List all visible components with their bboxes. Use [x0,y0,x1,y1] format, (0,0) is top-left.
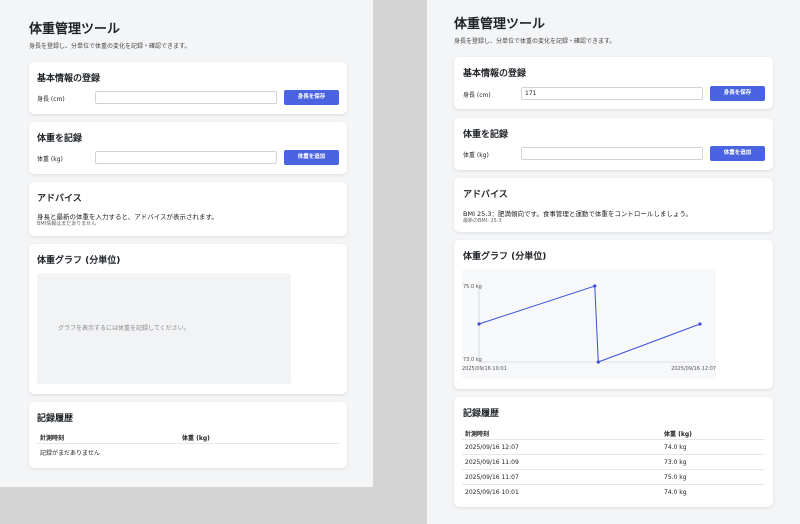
weight-data-point [593,284,597,288]
add-weight-button[interactable]: 体重を追加 [284,150,339,165]
add-weight-button[interactable]: 体重を追加 [710,146,765,161]
record-weight-card: 体重を記録 体重 (kg) 体重を追加 [29,122,347,174]
weight-data-point [477,322,481,326]
page-title: 体重管理ツール [454,17,546,32]
record-weight-title: 体重を記録 [37,134,83,144]
weight-data-point [698,322,702,326]
chart-card: 体重グラフ (分単位) グラフを表示するには体重を記録してください。 [29,244,347,394]
row-time: 2025/09/16 11:07 [465,474,519,481]
advice-card: アドバイス 身長と最新の体重を入力すると、アドバイスが表示されます。 BMI情報… [29,182,347,236]
weight-row: 体重 (kg) 体重を追加 [37,150,339,165]
record-weight-card: 体重を記録 体重 (kg) 体重を追加 [454,118,773,170]
row-weight: 74.0 kg [664,444,687,451]
chart-title: 体重グラフ (分単位) [463,252,547,262]
chart-title: 体重グラフ (分単位) [37,256,121,266]
chart-placeholder: グラフを表示するには体重を記録してください。 [37,273,291,384]
row-time: 2025/09/16 11:09 [465,459,519,466]
basic-info-card: 基本情報の登録 身長 (cm) 身長を保存 [29,62,347,114]
col-time-header: 計測時刻 [465,431,490,438]
col-weight-header: 体重 (kg) [182,435,210,442]
weight-row: 体重 (kg) 体重を追加 [463,146,765,161]
basic-info-title: 基本情報の登録 [37,74,101,84]
history-row: 2025/09/16 11:09 73.0 kg [462,454,765,469]
height-label: 身長 (cm) [463,92,491,99]
height-row: 身長 (cm) 身長を保存 [463,86,765,101]
basic-info-card: 基本情報の登録 身長 (cm) 身長を保存 [454,57,773,109]
history-row: 2025/09/16 10:01 74.0 kg [462,484,765,499]
x-tick-label: 2025/09/16 12:07 [671,366,716,372]
weight-label: 体重 (kg) [463,152,489,159]
y-tick-label: 75.0 kg [463,284,482,290]
advice-title: アドバイス [463,190,508,200]
basic-info-title: 基本情報の登録 [463,69,527,79]
weight-input[interactable] [521,147,703,160]
weight-chart: 75.0 kg 73.0 kg 2025/09/16 10:01 2025/09/16… [462,269,716,379]
row-weight: 75.0 kg [664,474,687,481]
history-row: 2025/09/16 11:07 75.0 kg [462,469,765,484]
advice-card: アドバイス BMI 25.3：肥満傾向です。食事管理と運動で体重をコントロールし… [454,178,773,232]
page-title: 体重管理ツール [29,22,121,37]
y-tick-label: 73.0 kg [463,357,482,363]
advice-bmi-note: BMI情報はまだありません [37,221,97,227]
page-subtitle: 身長を登録し、分単位で体重の変化を記録・確認できます。 [454,38,616,45]
advice-bmi-note: 最新のBMI: 25.3 [463,218,502,224]
record-weight-title: 体重を記録 [463,130,509,140]
weight-label: 体重 (kg) [37,156,63,163]
history-title: 記録履歴 [37,414,74,424]
page-subtitle: 身長を登録し、分単位で体重の変化を記録・確認できます。 [29,43,191,50]
weight-data-point [596,360,600,364]
row-weight: 74.0 kg [664,489,687,496]
weight-input[interactable] [95,151,277,164]
history-title: 記録履歴 [463,409,500,419]
col-time-header: 計測時刻 [40,435,65,442]
history-empty-text: 記録がまだありません [40,450,100,457]
height-row: 身長 (cm) 身長を保存 [37,90,339,105]
height-input[interactable] [95,91,277,104]
history-card: 記録履歴 計測時刻 体重 (kg) 2025/09/16 12:07 74.0 … [454,397,773,507]
history-empty-row: 記録がまだありません [37,443,339,458]
row-time: 2025/09/16 12:07 [465,444,519,451]
history-card: 記録履歴 計測時刻 体重 (kg) 記録がまだありません [29,402,347,468]
right-pane: 体重管理ツール 身長を登録し、分単位で体重の変化を記録・確認できます。 基本情報… [427,0,800,524]
save-height-button[interactable]: 身長を保存 [284,90,339,105]
save-height-button[interactable]: 身長を保存 [710,86,765,101]
row-weight: 73.0 kg [664,459,687,466]
row-time: 2025/09/16 10:01 [465,489,519,496]
col-weight-header: 体重 (kg) [664,431,692,438]
left-pane: 体重管理ツール 身長を登録し、分単位で体重の変化を記録・確認できます。 基本情報… [0,0,373,487]
chart-card: 体重グラフ (分単位) 75.0 kg 73.0 kg 2025/09/16 10:… [454,240,773,389]
weight-line-chart: 75.0 kg 73.0 kg 2025/09/16 10:01 2025/09/16… [462,284,716,372]
chart-empty-text: グラフを表示するには体重を記録してください。 [58,325,190,332]
weight-series-line [478,285,701,363]
history-row: 2025/09/16 12:07 74.0 kg [462,439,765,454]
x-tick-label: 2025/09/16 10:01 [462,366,507,372]
advice-title: アドバイス [37,194,82,204]
height-input[interactable] [521,87,703,100]
height-label: 身長 (cm) [37,96,65,103]
